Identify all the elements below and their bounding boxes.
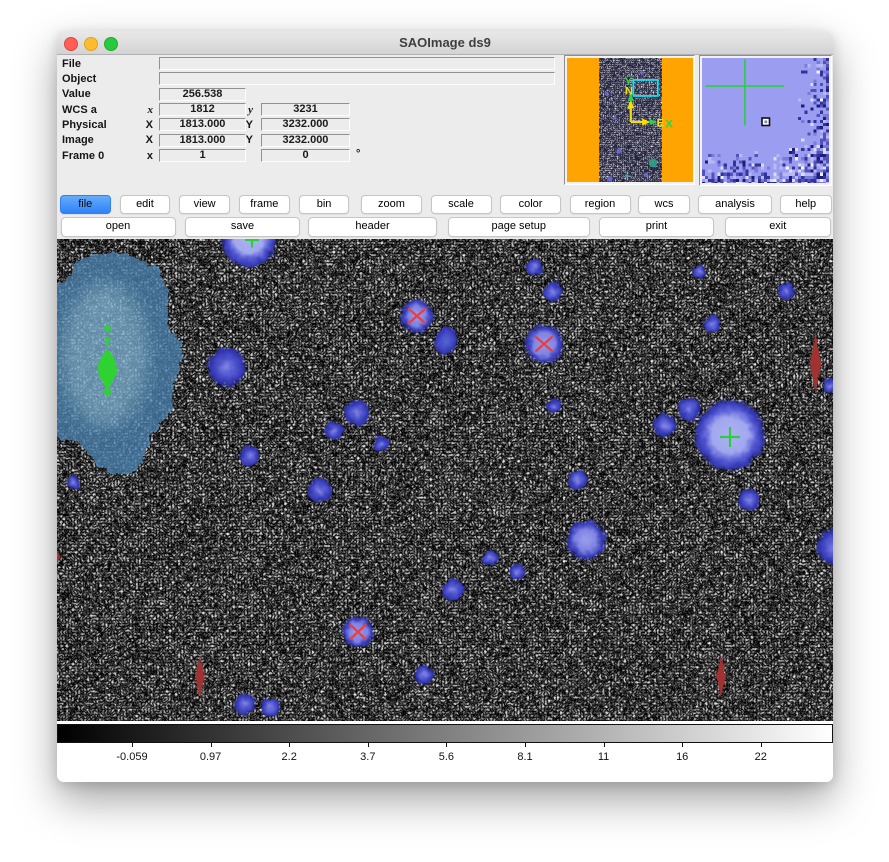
svg-text:E: E — [656, 118, 663, 130]
svg-text:X: X — [665, 119, 673, 131]
svg-text:N: N — [625, 86, 633, 98]
